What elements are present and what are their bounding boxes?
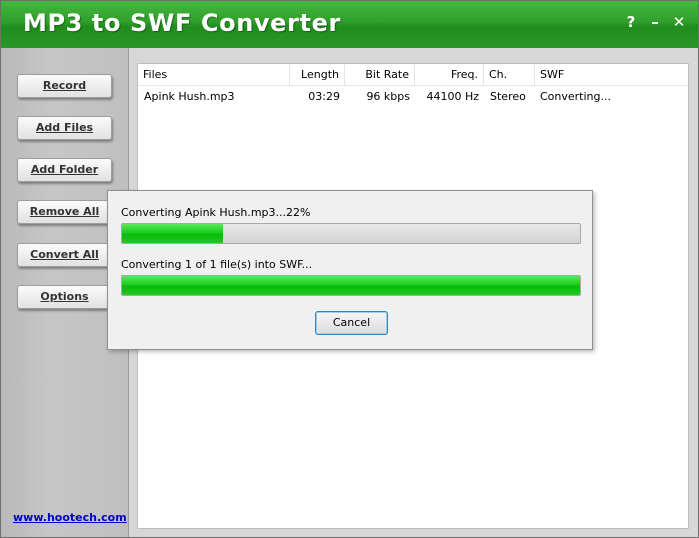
app-window: MP3 to SWF Converter ? – ✕ Record Add Fi… [0,0,699,538]
column-header-length[interactable]: Length [290,64,345,86]
file-progress-fill [122,224,223,243]
minimize-icon[interactable]: – [646,12,664,32]
remove-all-button-label: Remove All [29,205,100,218]
cell-length: 03:29 [308,90,340,103]
options-button-label: Options [40,290,89,303]
record-button-label: Record [42,79,87,92]
cancel-button[interactable]: Cancel [315,311,388,335]
cell-channels: Stereo [490,90,526,103]
progress-dialog: Converting Apink Hush.mp3...22% Converti… [107,190,593,350]
cell-bitrate: 96 kbps [366,90,410,103]
cell-freq: 44100 Hz [426,90,479,103]
column-header-files[interactable]: Files [138,64,290,86]
overall-progress-label: Converting 1 of 1 file(s) into SWF... [121,258,313,271]
file-progress-label: Converting Apink Hush.mp3...22% [121,206,311,219]
website-link[interactable]: www.hootech.com [13,511,127,524]
cell-file: Apink Hush.mp3 [144,90,235,103]
remove-all-button[interactable]: Remove All [17,200,112,224]
add-files-button-label: Add Files [35,121,94,134]
convert-all-button-label: Convert All [30,248,99,261]
close-icon[interactable]: ✕ [670,12,688,32]
help-icon[interactable]: ? [622,12,640,32]
convert-all-button[interactable]: Convert All [17,243,112,267]
column-header-freq[interactable]: Freq. [415,64,484,86]
window-title: MP3 to SWF Converter [23,9,341,37]
column-header-swf[interactable]: SWF [535,64,688,86]
add-folder-button-label: Add Folder [30,163,99,176]
add-files-button[interactable]: Add Files [17,116,112,140]
column-header-bitrate[interactable]: Bit Rate [345,64,415,86]
options-button[interactable]: Options [17,285,112,309]
column-header-channels[interactable]: Ch. [484,64,535,86]
overall-progress-fill [122,276,580,295]
file-list-header: Files Length Bit Rate Freq. Ch. SWF [138,64,688,86]
title-bar[interactable]: MP3 to SWF Converter ? – ✕ [1,1,698,48]
add-folder-button[interactable]: Add Folder [17,158,112,182]
table-row[interactable]: Apink Hush.mp3 03:29 96 kbps 44100 Hz St… [138,87,688,107]
file-progress-bar [121,223,581,244]
cell-swf: Converting... [540,90,611,103]
overall-progress-bar [121,275,581,296]
record-button[interactable]: Record [17,74,112,98]
